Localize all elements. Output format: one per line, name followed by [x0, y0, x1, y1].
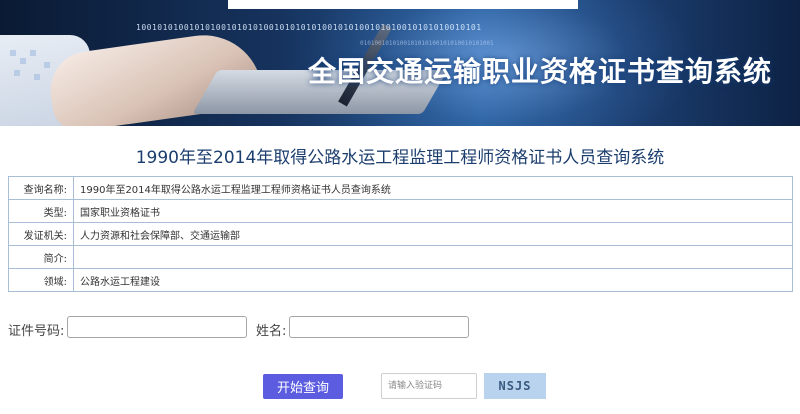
name-label: 姓名: [256, 324, 287, 339]
system-title: 全国交通运输职业资格证书查询系统 [307, 55, 772, 88]
name-input[interactable] [289, 316, 469, 338]
info-key: 查询名称: [8, 176, 74, 200]
info-row: 类型: 国家职业资格证书 [8, 199, 793, 223]
info-row: 简介: [8, 245, 793, 269]
info-table: 查询名称: 1990年至2014年取得公路水运工程监理工程师资格证书人员查询系统类… [8, 176, 793, 292]
info-value: 国家职业资格证书 [73, 199, 793, 223]
info-row: 发证机关: 人力资源和社会保障部、交通运输部 [8, 222, 793, 246]
info-value [73, 245, 793, 269]
header-banner: 1001010100101010010101010010101010100101… [0, 0, 800, 126]
cert-no-label: 证件号码: [8, 324, 65, 339]
info-key: 领域: [8, 268, 74, 292]
info-value: 公路水运工程建设 [73, 268, 793, 292]
info-key: 简介: [8, 245, 74, 269]
banner-top-box [228, 0, 578, 9]
banner-decor-squares [10, 50, 70, 110]
info-value: 人力资源和社会保障部、交通运输部 [73, 222, 793, 246]
captcha-input[interactable] [381, 373, 477, 399]
captcha-image[interactable]: NSJS [484, 373, 546, 399]
cert-no-input[interactable] [67, 316, 247, 338]
info-row: 查询名称: 1990年至2014年取得公路水运工程监理工程师资格证书人员查询系统 [8, 176, 793, 200]
page-title: 1990年至2014年取得公路水运工程监理工程师资格证书人员查询系统 [135, 148, 665, 168]
info-value: 1990年至2014年取得公路水运工程监理工程师资格证书人员查询系统 [73, 176, 793, 200]
banner-binary-text: 1001010100101010010101010010101010100101… [136, 23, 482, 32]
banner-binary-text-small: 0101001010100101010100101010010101001 [360, 40, 494, 47]
info-key: 发证机关: [8, 222, 74, 246]
info-key: 类型: [8, 199, 74, 223]
query-form: 证件号码: 姓名: [8, 316, 788, 340]
query-button[interactable]: 开始查询 [263, 374, 343, 399]
info-row: 领域: 公路水运工程建设 [8, 268, 793, 292]
